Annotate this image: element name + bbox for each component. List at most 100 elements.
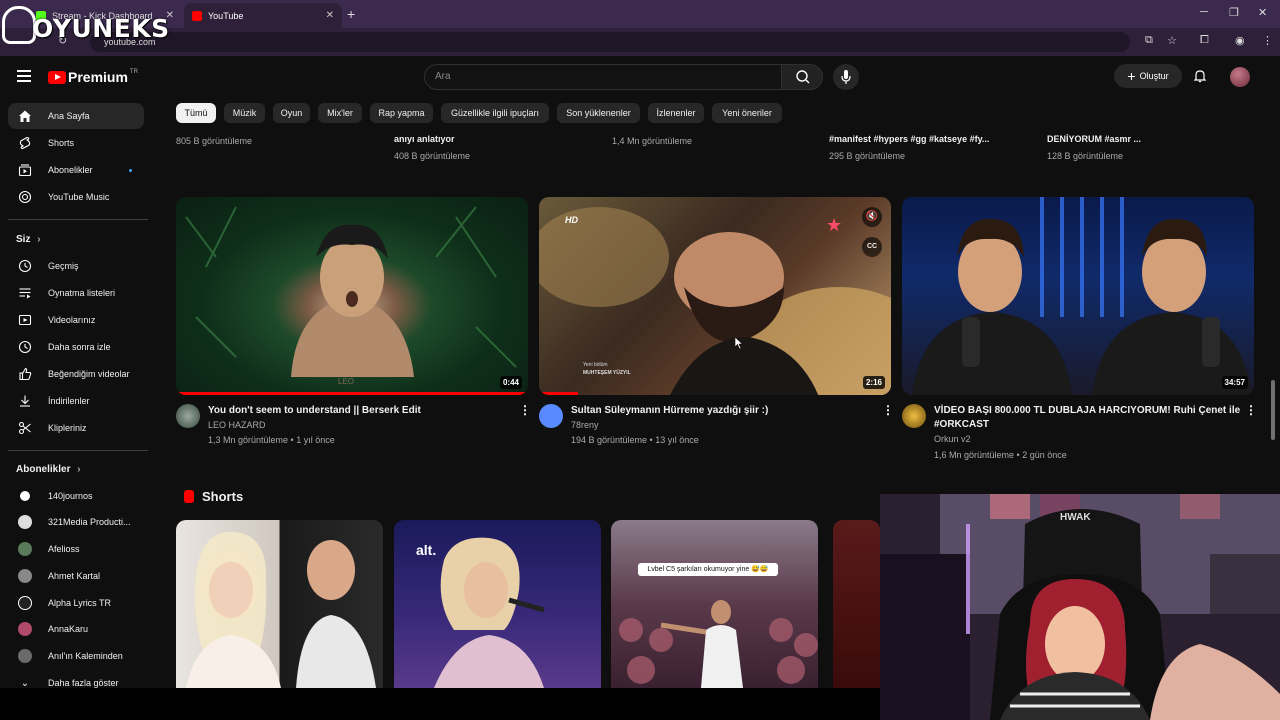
chip-game[interactable]: Oyun [273,103,310,123]
sidebar-section-you[interactable]: Siz › [16,234,41,245]
close-tab-icon[interactable]: ✕ [326,10,334,21]
channel-name[interactable]: Orkun v2 [934,434,971,444]
sidebar-item-history[interactable]: Geçmiş [8,253,144,279]
sidebar-item-your-videos[interactable]: Videolarınız [8,307,144,333]
video-thumbnail[interactable]: HD ★ 🔇 CC Yeni bölüm MUHTEŞEM YÜZYIL 2:1… [539,197,891,395]
short-thumbnail[interactable] [833,520,880,688]
browser-menu-icon[interactable]: ⋮ [1262,34,1273,47]
video-menu-icon[interactable]: ⋮ [882,403,894,417]
video-thumbnail[interactable]: LEO 0:44 [176,197,528,395]
sidebar-item-label: Klipleriniz [48,423,87,433]
sidebar-section-subscriptions[interactable]: Abonelikler › [16,464,81,475]
short-thumbnail[interactable]: Lvbel C5 şarkıları okumuyor yine 😅😅 [611,520,818,688]
channel-avatar[interactable] [539,404,563,428]
chip-rap[interactable]: Rap yapma [370,103,433,123]
video-meta: 1,4 Mn görüntüleme [612,136,693,146]
channel-avatar[interactable] [176,404,200,428]
channel-name[interactable]: LEO HAZARD [208,420,266,430]
video-menu-icon[interactable]: ⋮ [519,403,531,417]
browser-tab-bar: Stream - Kick Dashboard ✕ YouTube ✕ + ─ … [0,0,1280,28]
show-more-label: Daha fazla göster [48,678,119,688]
install-app-icon[interactable]: ⧉ [1145,34,1153,47]
new-tab-button[interactable]: + [347,6,355,22]
short-thumbnail[interactable]: alt. [394,520,601,688]
close-window-button[interactable]: ✕ [1258,6,1267,19]
search-input[interactable]: Ara [424,64,782,90]
channel-avatar [18,489,32,503]
video-title[interactable]: #manifest #hypers #gg #katseye #fy... [829,134,989,144]
plus-icon: + [1127,68,1136,84]
home-icon [18,109,32,123]
bookmark-star-icon[interactable]: ☆ [1167,34,1177,47]
video-title[interactable]: You don't seem to understand || Berserk … [208,404,421,418]
chip-recently-uploaded[interactable]: Son yüklenenler [557,103,640,123]
video-menu-icon[interactable]: ⋮ [1245,403,1257,417]
channel-name: AnnaKaru [48,624,89,634]
sidebar-item-label: Ana Sayfa [48,111,90,121]
search-button[interactable] [781,64,823,90]
sidebar-channel-321media[interactable]: 321Media Producti... [8,509,144,535]
channel-avatar [18,622,32,636]
sidebar-channel-ahmet-kartal[interactable]: Ahmet Kartal [8,563,144,589]
tab-youtube[interactable]: YouTube ✕ [184,3,342,28]
video-title[interactable]: Sultan Süleymanın Hürreme yazdığı şiir :… [571,404,768,418]
channel-name: Anıl'ın Kaleminden [48,651,123,661]
profile-icon[interactable]: ◉ [1235,34,1245,47]
history-icon [18,259,32,273]
minimize-button[interactable]: ─ [1200,6,1208,18]
sidebar-item-playlists[interactable]: Oynatma listeleri [8,280,144,306]
video-title[interactable]: VİDEO BAŞI 800.000 TL DUBLAJA HARCIYORUM… [934,404,1240,432]
video-meta: 408 B görüntüleme [394,151,471,161]
video-thumbnail[interactable]: 34:57 [902,197,1254,395]
menu-hamburger-icon[interactable] [17,70,31,82]
sidebar-item-liked-videos[interactable]: Beğendiğim videolar [8,361,144,387]
browser-address-bar: youtube.com [0,28,1280,56]
sidebar-item-clips[interactable]: Klipleriniz [8,415,144,441]
page-scrollbar[interactable] [1271,380,1275,440]
video-title[interactable]: DENİYORUM #asmr ... [1047,134,1141,144]
chip-all[interactable]: Tümü [176,103,216,123]
notifications-bell-icon[interactable] [1192,68,1208,84]
sidebar-channel-alpha-lyrics-tr[interactable]: Alpha Lyrics TR [8,590,144,616]
brand-label: Premium [68,69,128,85]
sidebar-item-watch-later[interactable]: Daha sonra izle [8,334,144,360]
youtube-header: Premium TR Ara + Oluştur [0,56,1280,98]
closed-captions-icon[interactable]: CC [862,237,882,257]
chair-brand-logo: HWAK [1060,512,1091,523]
sidebar-item-shorts[interactable]: Shorts [8,130,144,156]
youtube-play-icon [48,70,66,84]
sidebar-item-home[interactable]: Ana Sayfa [8,103,144,129]
channel-name: Ahmet Kartal [48,571,101,581]
channel-name: 321Media Producti... [48,517,131,527]
short-thumbnail[interactable] [176,520,383,688]
chip-mixes[interactable]: Mix'ler [318,103,362,123]
account-avatar[interactable] [1230,67,1250,87]
sidebar-item-downloads[interactable]: İndirilenler [8,388,144,414]
chip-beauty-tips[interactable]: Güzellikle ilgili ipuçları [441,103,549,123]
sidebar-item-youtube-music[interactable]: YouTube Music [8,184,144,210]
sidebar-channel-annakaru[interactable]: AnnaKaru [8,616,144,642]
channel-avatar[interactable] [902,404,926,428]
channel-name[interactable]: 78reny [571,420,599,430]
episode-caption: Yeni bölüm MUHTEŞEM YÜZYIL [583,361,631,377]
watch-progress-bar [539,392,578,395]
video-meta: 805 B görüntüleme [176,136,253,146]
sidebar-channel-afelioss[interactable]: Afelioss [8,536,144,562]
url-field[interactable]: youtube.com [90,32,1130,52]
chip-new-to-you[interactable]: Yeni öneriler [712,103,782,123]
sidebar-channel-anilin-kaleminden[interactable]: Anıl'ın Kaleminden [8,643,144,669]
create-button[interactable]: + Oluştur [1114,64,1182,88]
video-title[interactable]: anıyı anlatıyor [394,134,455,144]
sidebar-channel-140journos[interactable]: 140journos [8,483,144,509]
voice-search-button[interactable] [833,64,859,90]
chip-music[interactable]: Müzik [224,103,265,123]
extensions-icon[interactable]: ⧠ [1200,34,1209,47]
mute-icon[interactable]: 🔇 [862,207,882,227]
screen: Stream - Kick Dashboard ✕ YouTube ✕ + ─ … [0,0,1280,720]
youtube-premium-logo[interactable]: Premium TR [48,69,138,85]
bottom-black-bar [0,688,880,720]
video-title-line: #ORKCAST [934,419,990,430]
restore-button[interactable]: ❐ [1229,6,1239,19]
chip-watched[interactable]: İzlenenler [648,103,704,123]
sidebar-item-subscriptions[interactable]: Abonelikler [8,157,144,183]
